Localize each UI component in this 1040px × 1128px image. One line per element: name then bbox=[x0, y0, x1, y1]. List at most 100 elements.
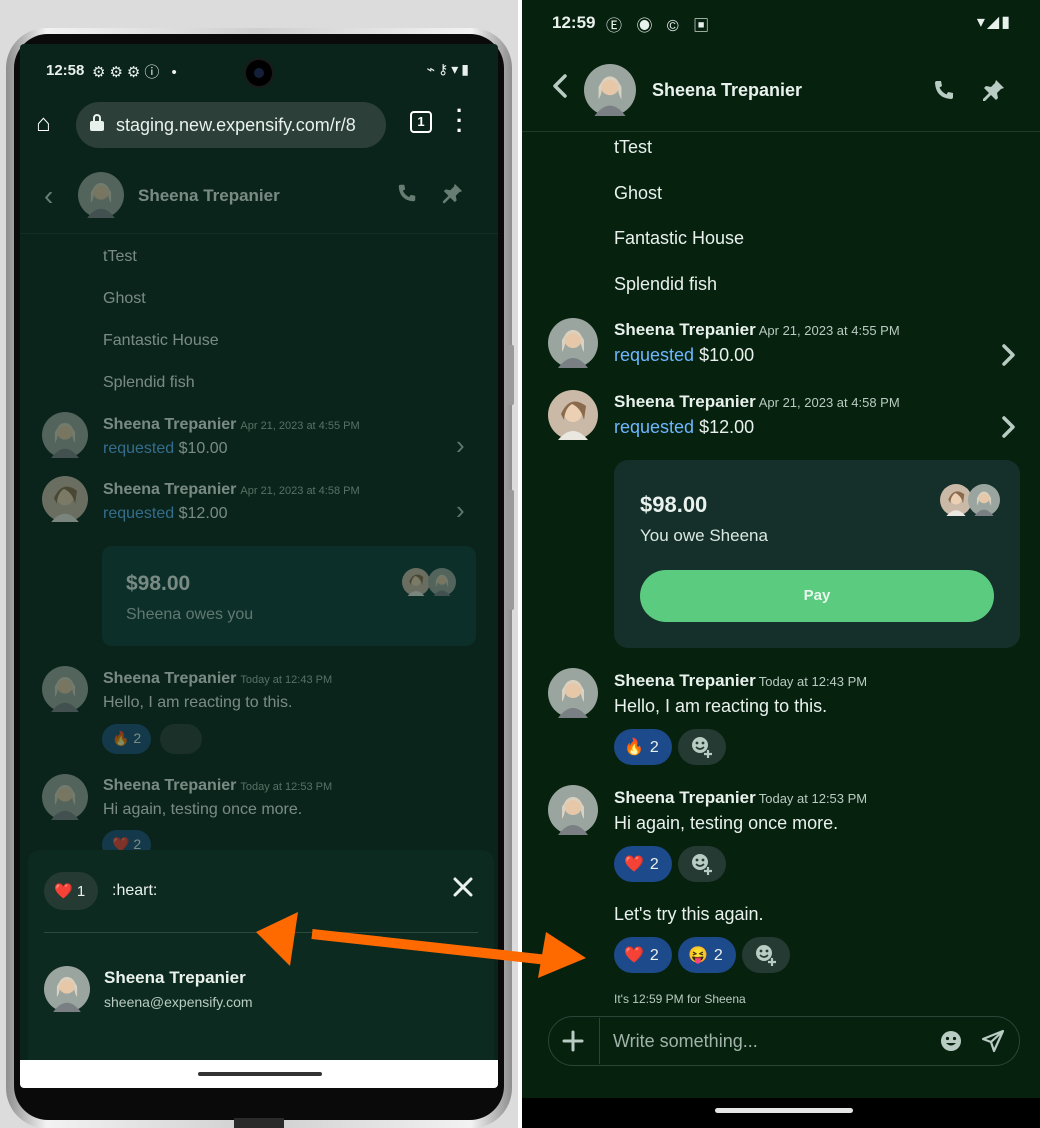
home-icon[interactable]: ⌂ bbox=[36, 110, 51, 138]
back-icon[interactable] bbox=[550, 72, 570, 100]
avatar[interactable] bbox=[548, 668, 598, 718]
message-input[interactable] bbox=[613, 1027, 913, 1055]
request-line: requested $12.00 bbox=[614, 417, 754, 438]
android-nav-bar bbox=[20, 1060, 498, 1088]
left-system-icons: ⌁⚷▾▮ bbox=[426, 61, 472, 77]
heart-emoji-icon: ❤️ bbox=[624, 947, 644, 964]
message-timestamp: Apr 21, 2023 at 4:58 PM bbox=[240, 485, 360, 497]
requested-link[interactable]: requested bbox=[614, 345, 694, 365]
browser-menu-icon[interactable]: · · · bbox=[456, 100, 464, 142]
android-nav-bar bbox=[522, 1098, 1040, 1128]
phone-icon[interactable] bbox=[932, 78, 956, 102]
reaction-count: 2 bbox=[713, 947, 723, 964]
author-name[interactable]: Sheena Trepanier bbox=[614, 671, 756, 690]
request-amount: $10.00 bbox=[178, 440, 228, 457]
right-status-time: 12:59 bbox=[552, 13, 596, 32]
phone-icon[interactable] bbox=[396, 182, 418, 204]
reactor-email: sheena@expensify.com bbox=[104, 994, 253, 1010]
message-text: Hi again, testing once more. bbox=[614, 813, 839, 833]
url-bar[interactable]: staging.new.expensify.com/r/8 bbox=[76, 102, 386, 148]
close-icon[interactable] bbox=[452, 876, 474, 898]
add-reaction-button[interactable] bbox=[678, 846, 726, 882]
avatar bbox=[42, 774, 88, 820]
reaction-pill[interactable]: ❤️ 1 bbox=[44, 872, 98, 910]
reaction-count: 2 bbox=[133, 730, 142, 746]
author-name: Sheena Trepanier bbox=[103, 481, 237, 498]
requested-link[interactable]: requested bbox=[614, 417, 694, 437]
divider bbox=[44, 932, 478, 933]
chat-title[interactable]: Sheena Trepanier bbox=[652, 80, 802, 101]
tab-switcher-button[interactable]: 1 bbox=[410, 111, 432, 133]
pay-button[interactable]: Pay bbox=[640, 570, 994, 622]
reaction-count: 2 bbox=[649, 739, 659, 756]
reaction-pill[interactable]: ❤️ 2 bbox=[614, 937, 672, 973]
author-name: Sheena Trepanier bbox=[103, 416, 237, 433]
avatar[interactable] bbox=[548, 318, 598, 368]
avatar[interactable] bbox=[548, 390, 598, 440]
right-app-screenshot: 12:59 Ⓔ ◉ © ▣ ▾◢▮ Sheena Trepanier tTest… bbox=[522, 0, 1040, 1128]
avatar bbox=[402, 568, 430, 596]
message-text: Hello, I am reacting to this. bbox=[103, 694, 293, 711]
reactor-name: Sheena Trepanier bbox=[104, 968, 246, 987]
author-name[interactable]: Sheena Trepanier bbox=[614, 392, 756, 411]
fire-emoji-icon: 🔥 bbox=[624, 739, 644, 756]
request-line: requested $10.00 bbox=[103, 440, 228, 458]
reaction-pill[interactable]: 😝 2 bbox=[678, 937, 736, 973]
requested-link[interactable]: requested bbox=[103, 505, 174, 522]
message-text: Let's try this again. bbox=[614, 904, 764, 924]
composer-divider bbox=[599, 1018, 600, 1064]
reaction-count: 1 bbox=[76, 883, 86, 900]
chat-title: Sheena Trepanier bbox=[138, 186, 280, 205]
avatar bbox=[428, 568, 456, 596]
chevron-right-icon[interactable] bbox=[1000, 415, 1016, 439]
plus-icon[interactable] bbox=[561, 1029, 585, 1053]
iou-preview-card[interactable]: $98.00 Sheena owes you bbox=[102, 546, 476, 646]
heart-emoji-icon: ❤️ bbox=[624, 856, 644, 873]
add-reaction-button[interactable] bbox=[678, 729, 726, 765]
avatar[interactable] bbox=[584, 64, 636, 116]
pin-icon[interactable] bbox=[982, 78, 1006, 102]
list-item: Fantastic House bbox=[103, 332, 219, 349]
add-reaction-button[interactable] bbox=[742, 937, 790, 973]
reaction-pill[interactable]: 🔥 2 bbox=[614, 729, 672, 765]
list-item: tTest bbox=[103, 248, 137, 265]
list-item: Splendid fish bbox=[614, 274, 718, 294]
reaction-pill[interactable]: 🔥 2 bbox=[102, 724, 152, 754]
left-chat-header: ‹ Sheena Trepanier bbox=[20, 158, 498, 234]
add-reaction-button[interactable] bbox=[160, 724, 202, 754]
lock-icon bbox=[90, 114, 104, 131]
author-name[interactable]: Sheena Trepanier bbox=[614, 320, 756, 339]
send-icon[interactable] bbox=[981, 1029, 1005, 1053]
avatar bbox=[78, 172, 124, 218]
author-name[interactable]: Sheena Trepanier bbox=[614, 788, 756, 807]
message-author: Sheena Trepanier Apr 21, 2023 at 4:55 PM bbox=[614, 320, 900, 340]
home-gesture-bar[interactable] bbox=[198, 1072, 322, 1076]
reaction-pill[interactable]: ❤️ 2 bbox=[614, 846, 672, 882]
chevron-right-icon[interactable] bbox=[1000, 343, 1016, 367]
left-status-bar: 12:58 ⚙⚙⚙ⓘ • ⌁⚷▾▮ bbox=[20, 44, 498, 96]
iou-description: Sheena owes you bbox=[126, 606, 254, 623]
message-author: Sheena Trepanier Apr 21, 2023 at 4:55 PM bbox=[103, 416, 360, 434]
message-timestamp: Today at 12:53 PM bbox=[240, 781, 333, 793]
emoji-picker-icon[interactable] bbox=[939, 1029, 963, 1053]
fire-emoji-icon: 🔥 bbox=[112, 730, 130, 746]
iou-preview-card[interactable]: $98.00 You owe Sheena Pay bbox=[614, 460, 1020, 648]
requested-link[interactable]: requested bbox=[103, 440, 174, 457]
pin-icon[interactable] bbox=[442, 182, 464, 204]
avatar bbox=[42, 412, 88, 458]
heart-emoji-icon: ❤️ bbox=[54, 883, 73, 900]
avatar bbox=[44, 966, 90, 1012]
list-item: Splendid fish bbox=[103, 374, 195, 391]
chevron-right-icon[interactable]: › bbox=[456, 430, 465, 461]
author-name: Sheena Trepanier bbox=[103, 670, 237, 687]
notification-icons: Ⓔ ◉ © ▣ bbox=[606, 18, 715, 35]
back-icon[interactable]: ‹ bbox=[44, 180, 53, 212]
avatar[interactable] bbox=[548, 785, 598, 835]
url-text: staging.new.expensify.com/r/8 bbox=[116, 115, 356, 135]
request-line: requested $10.00 bbox=[614, 345, 754, 366]
chevron-right-icon[interactable]: › bbox=[456, 495, 465, 526]
left-status-time: 12:58 bbox=[46, 62, 85, 79]
iou-amount: $98.00 bbox=[126, 572, 191, 595]
avatar bbox=[968, 484, 1000, 516]
home-gesture-bar[interactable] bbox=[715, 1108, 853, 1113]
